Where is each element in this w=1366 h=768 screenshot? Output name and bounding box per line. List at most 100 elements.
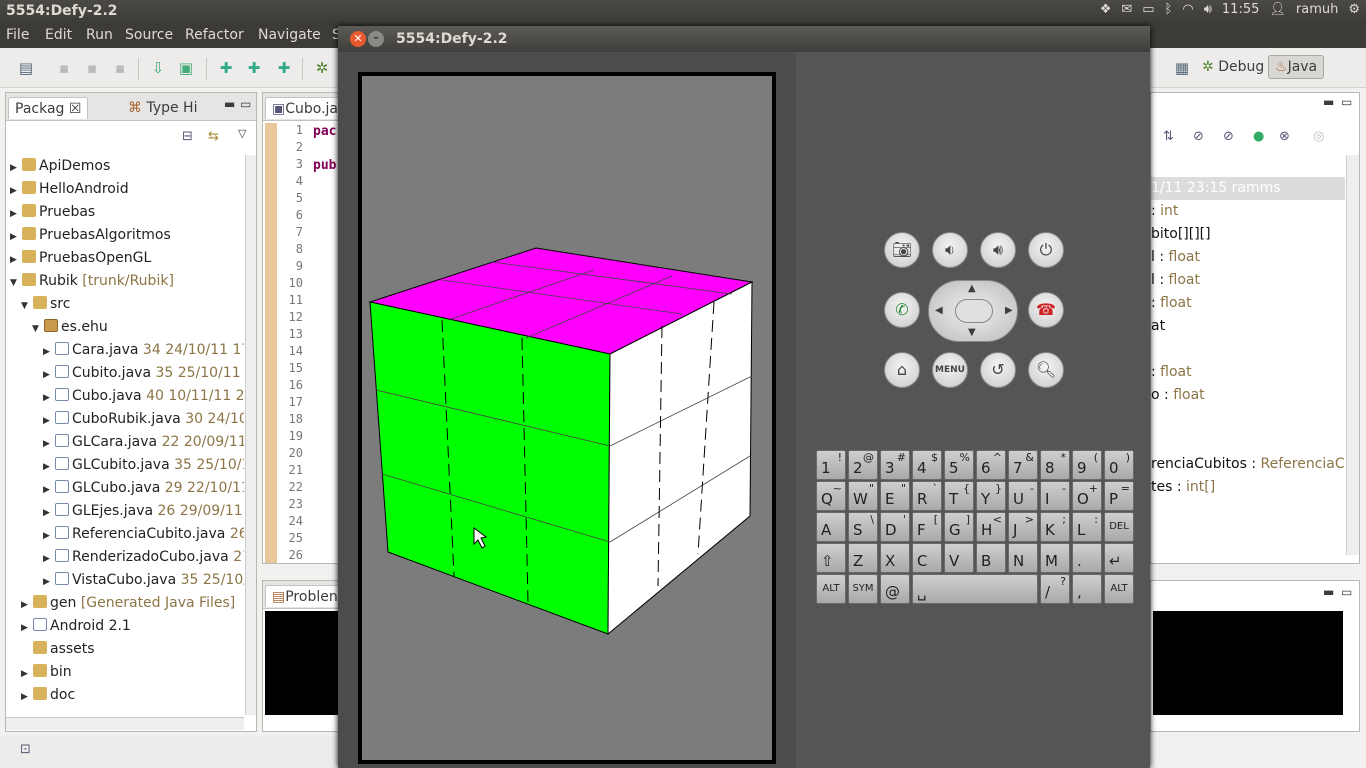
key[interactable]: D ' [880, 512, 910, 542]
save-all-icon[interactable]: ▪ [82, 58, 102, 78]
search-button[interactable]: 🔍︎ [1028, 352, 1064, 388]
twisty-icon[interactable]: ▼ [10, 272, 22, 295]
tree-item[interactable]: ▶ GLEjes.java 26 29/09/11 1 [6, 500, 244, 523]
menu-source[interactable]: Source [125, 27, 173, 43]
key[interactable]: ↵ [1104, 543, 1134, 573]
tree-item[interactable]: ▶ ReferenciaCubito.java 26 [6, 523, 244, 546]
menu-file[interactable]: File [6, 27, 29, 43]
outline-item[interactable]: at [1151, 315, 1165, 338]
menu-button[interactable]: MENU [932, 352, 968, 388]
tree-item[interactable]: ▶ VistaCubo.java 35 25/10/ [6, 569, 244, 592]
key[interactable]: 5% [944, 450, 974, 480]
menu-refactor[interactable]: Refactor [185, 27, 244, 43]
dpad-right-icon[interactable]: ▶ [1005, 305, 1013, 316]
save-icon[interactable]: ▪ [54, 58, 74, 78]
key[interactable]: 6 ^ [976, 450, 1006, 480]
key[interactable]: 0) [1104, 450, 1134, 480]
minimize-icon[interactable]: – [368, 31, 384, 47]
back-button[interactable]: ↺ [980, 352, 1016, 388]
outline-item[interactable]: renciaCubitos : ReferenciaCul [1151, 453, 1345, 476]
key[interactable]: 4 $ [912, 450, 942, 480]
key[interactable]: M [1040, 543, 1070, 573]
tree-item[interactable]: ▶ doc [6, 684, 75, 707]
avd-manager-icon[interactable]: ▣ [176, 58, 196, 78]
end-call-button[interactable]: ☎ [1028, 292, 1064, 328]
tab-type-hierarchy[interactable]: ⌘ Type Hi [122, 97, 203, 119]
vertical-scrollbar[interactable] [245, 155, 256, 715]
volume-up-button[interactable]: 🔊︎ [980, 232, 1016, 268]
hide-fields-icon[interactable]: ⊘ [1193, 129, 1204, 144]
close-icon[interactable]: ☒ [69, 101, 82, 117]
bluetooth-icon[interactable]: ᛒ [1165, 2, 1173, 17]
key[interactable]: Z [848, 543, 878, 573]
dropbox-icon[interactable]: ❖ [1100, 2, 1112, 17]
mail-icon[interactable]: ✉ [1121, 2, 1132, 17]
key-sym[interactable]: SYM [848, 574, 878, 604]
key[interactable]: 9( [1072, 450, 1102, 480]
new-xml-icon[interactable]: ✚ [274, 58, 294, 78]
key[interactable]: 3 # [880, 450, 910, 480]
key[interactable]: R ` [912, 481, 942, 511]
key[interactable]: V [944, 543, 974, 573]
key[interactable]: C [912, 543, 942, 573]
key[interactable]: N [1008, 543, 1038, 573]
key[interactable]: Q ~ [816, 481, 846, 511]
outline-item[interactable]: 1/11 23:15 ramms [1151, 177, 1345, 200]
outline-item[interactable]: o : float [1151, 384, 1205, 407]
call-button[interactable]: ✆ [884, 292, 920, 328]
twisty-icon[interactable]: ▶ [10, 226, 22, 249]
twisty-icon[interactable]: ▶ [43, 525, 55, 548]
twisty-icon[interactable]: ▶ [43, 341, 55, 364]
outline-item[interactable]: bito[][][] [1151, 223, 1211, 246]
hide-local-icon[interactable]: ⊗ [1279, 129, 1290, 144]
debug-icon[interactable]: ✲ [312, 58, 332, 78]
key[interactable]: E " [880, 481, 910, 511]
gear-icon[interactable]: ⚙ [1348, 2, 1360, 17]
code-line-3[interactable]: pub [313, 158, 336, 173]
key[interactable]: Y} [976, 481, 1006, 511]
key[interactable]: F[ [912, 512, 942, 542]
new-test-icon[interactable]: ✚ [244, 58, 264, 78]
debug-perspective-button[interactable]: ✲ Debug [1202, 59, 1264, 75]
tree-item[interactable]: ▶ Cara.java 34 24/10/11 17: [6, 339, 244, 362]
key[interactable]: U- [1008, 481, 1038, 511]
twisty-icon[interactable]: ▶ [43, 456, 55, 479]
maximize-icon[interactable]: ▭ [1341, 585, 1352, 599]
view-menu-icon[interactable]: ▽ [238, 127, 246, 140]
minimize-icon[interactable]: ▬ [1323, 95, 1334, 109]
dpad-down-icon[interactable]: ▼ [968, 327, 976, 338]
android-sdk-icon[interactable]: ⇩ [148, 58, 168, 78]
clock[interactable]: 11:55 [1222, 2, 1259, 17]
link-editor-icon[interactable]: ⇆ [208, 129, 219, 144]
tab-package-explorer[interactable]: Packag ☒ [8, 97, 89, 119]
key-space[interactable]: ␣ [912, 574, 1038, 604]
tree-item[interactable]: ▼ Rubik [trunk/Rubik] [6, 270, 174, 293]
tree-item[interactable]: assets [6, 638, 95, 661]
collapse-all-icon[interactable]: ⊟ [182, 129, 193, 144]
twisty-icon[interactable]: ▶ [43, 387, 55, 410]
phone-display[interactable] [362, 76, 772, 760]
key[interactable]: . [1072, 543, 1102, 573]
tree-item[interactable]: ▶ gen [Generated Java Files] [6, 592, 235, 615]
key[interactable]: G] [944, 512, 974, 542]
outline-item[interactable]: l : float [1151, 269, 1200, 292]
hide-nonpublic-icon[interactable]: ● [1253, 129, 1264, 144]
twisty-icon[interactable]: ▶ [10, 180, 22, 203]
tree-item[interactable]: ▶ Pruebas [6, 201, 95, 224]
tree-item[interactable]: ▶ GLCara.java 22 20/09/11 [6, 431, 244, 454]
tree-item[interactable]: ▶ Cubito.java 35 25/10/11 1 [6, 362, 244, 385]
twisty-icon[interactable]: ▶ [21, 594, 33, 617]
menu-edit[interactable]: Edit [45, 27, 72, 43]
battery-icon[interactable]: ▭ [1142, 2, 1154, 17]
minimize-icon[interactable]: ▬ [1323, 585, 1334, 599]
tree-item[interactable]: ▶ bin [6, 661, 72, 684]
twisty-icon[interactable]: ▶ [43, 502, 55, 525]
key[interactable]: B [976, 543, 1006, 573]
minimize-icon[interactable]: ▬ [224, 97, 235, 111]
twisty-icon[interactable]: ▶ [10, 249, 22, 272]
twisty-icon[interactable]: ▶ [10, 157, 22, 180]
fast-view-icon[interactable]: ⊡ [20, 742, 31, 757]
key-slash[interactable]: /? [1040, 574, 1070, 604]
code-line-1[interactable]: pac [313, 124, 336, 139]
volume-icon[interactable]: 🔊︎ [1204, 2, 1212, 17]
